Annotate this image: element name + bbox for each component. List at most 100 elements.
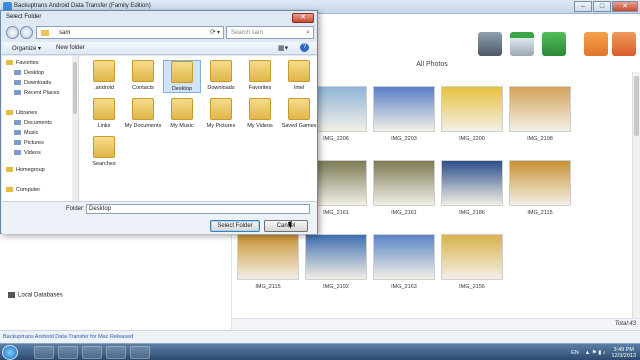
- sidebar-item-local-databases[interactable]: Local Databases: [8, 292, 63, 299]
- folder-item[interactable]: Contacts: [124, 60, 162, 91]
- folder-field[interactable]: Desktop: [86, 204, 310, 214]
- taskbar-ie-icon[interactable]: [34, 346, 54, 359]
- settings-icon[interactable]: [584, 32, 608, 56]
- taskbar-firefox-icon[interactable]: [82, 346, 102, 359]
- tree-item[interactable]: Videos: [14, 150, 41, 156]
- forward-button[interactable]: [20, 26, 33, 39]
- photo-item[interactable]: IMG_2161: [373, 160, 435, 216]
- folder-icon: [132, 60, 154, 82]
- folder-item[interactable]: Downloads: [202, 60, 240, 91]
- transfer-icon[interactable]: [478, 32, 502, 56]
- select-folder-button[interactable]: Select Folder: [210, 220, 260, 232]
- minimize-button[interactable]: –: [574, 1, 592, 12]
- folder-item[interactable]: Desktop: [163, 60, 201, 93]
- folder-icon: [249, 98, 271, 120]
- views-icon[interactable]: ▦▾: [278, 44, 288, 52]
- tree-item-icon: [14, 150, 21, 156]
- start-button[interactable]: [2, 345, 18, 360]
- photo-item[interactable]: IMG_2115: [509, 160, 571, 216]
- folder-item[interactable]: Favorites: [241, 60, 279, 91]
- photo-item[interactable]: IMG_2115: [237, 234, 299, 290]
- folder-item[interactable]: My Videos: [241, 98, 279, 129]
- tree-scrollbar-thumb[interactable]: [73, 62, 77, 114]
- download-icon[interactable]: [510, 32, 534, 56]
- photo-item[interactable]: IMG_2192: [305, 234, 367, 290]
- dialog-close-button[interactable]: ✕: [292, 13, 314, 23]
- folder-item[interactable]: My Documents: [124, 98, 162, 129]
- back-button[interactable]: [6, 26, 19, 39]
- tree-item[interactable]: Documents: [14, 120, 52, 126]
- tree-item[interactable]: Pictures: [14, 140, 44, 146]
- import-icon[interactable]: [542, 32, 566, 56]
- folder-item-label: Favorites: [248, 85, 272, 91]
- photo-thumbnail: [373, 160, 435, 206]
- photo-caption: IMG_2203: [391, 136, 417, 142]
- scrollbar-thumb[interactable]: [634, 76, 639, 136]
- folder-item[interactable]: .android: [85, 60, 123, 91]
- tree-item-icon: [14, 70, 21, 76]
- folder-icon: [93, 136, 115, 158]
- folder-item[interactable]: Intel: [280, 60, 318, 91]
- photo-caption: IMG_2186: [459, 210, 485, 216]
- tree-item-icon: [6, 187, 13, 193]
- dialog-title: Select Folder: [6, 14, 42, 20]
- maximize-button[interactable]: □: [593, 1, 611, 12]
- folder-item[interactable]: Searches: [85, 136, 123, 167]
- organize-menu[interactable]: Organize ▾: [12, 45, 41, 52]
- cancel-button[interactable]: Cancel: [264, 220, 308, 232]
- taskbar: EN ▲ ⚑ ▮ ♪ 3:49 PM 12/3/2013: [0, 343, 640, 360]
- window-controls: – □ ✕: [574, 1, 638, 12]
- taskbar-media-icon[interactable]: [106, 346, 126, 359]
- photo-item[interactable]: IMG_2198: [509, 86, 571, 142]
- tree-item[interactable]: Music: [14, 130, 38, 136]
- taskbar-explorer-icon[interactable]: [58, 346, 78, 359]
- tree-item[interactable]: Favorites: [6, 60, 39, 66]
- scrollbar[interactable]: [632, 72, 640, 330]
- folder-item[interactable]: Saved Games: [280, 98, 318, 129]
- address-bar[interactable]: sam ▾: [36, 26, 224, 39]
- photo-caption: IMG_2198: [527, 136, 553, 142]
- chevron-down-icon[interactable]: ▾: [217, 29, 220, 36]
- key-icon[interactable]: [612, 32, 636, 56]
- photo-item[interactable]: IMG_2203: [373, 86, 435, 142]
- photo-item[interactable]: IMG_2163: [373, 234, 435, 290]
- language-indicator[interactable]: EN: [571, 350, 579, 356]
- folder-item[interactable]: My Pictures: [202, 98, 240, 129]
- folder-icon: [93, 98, 115, 120]
- tree-item-label: Libraries: [16, 110, 38, 116]
- folder-item[interactable]: My Music: [163, 98, 201, 129]
- tree-item[interactable]: Desktop: [14, 70, 44, 76]
- refresh-icon[interactable]: ⟳: [210, 28, 216, 36]
- taskbar-app-icon[interactable]: [130, 346, 150, 359]
- photo-thumbnail: [373, 234, 435, 280]
- clock[interactable]: 3:49 PM 12/3/2013: [612, 347, 636, 359]
- tree-item[interactable]: Libraries: [6, 110, 37, 116]
- photo-item[interactable]: IMG_2200: [441, 86, 503, 142]
- tree-item[interactable]: Recent Places: [14, 90, 59, 96]
- navigation-tree: Favorites Desktop Downloads Recent Places Li…: [2, 56, 79, 201]
- tree-item[interactable]: Homegroup: [6, 167, 45, 173]
- photo-thumbnail: [509, 86, 571, 132]
- photo-thumbnail: [509, 160, 571, 206]
- folder-icon: [288, 98, 310, 120]
- photo-item[interactable]: IMG_2156: [441, 234, 503, 290]
- folder-item-label: Desktop: [171, 86, 193, 92]
- promo-link[interactable]: Backuptrans Android Data Transfer for Ma…: [3, 334, 133, 340]
- photo-item[interactable]: IMG_2186: [441, 160, 503, 216]
- folder-icon: [171, 98, 193, 120]
- dialog-navbar: sam ▾ ⟳ Search sam ⌕: [4, 25, 316, 41]
- folder-item-label: Searches: [92, 161, 116, 167]
- total-count: Total:43: [614, 321, 636, 327]
- folder-icon: [41, 30, 49, 36]
- folder-icon: [132, 98, 154, 120]
- folder-item[interactable]: Links: [85, 98, 123, 129]
- new-folder-button[interactable]: New folder: [56, 45, 85, 51]
- tree-item[interactable]: Downloads: [14, 80, 51, 86]
- help-icon[interactable]: ?: [300, 43, 309, 52]
- search-input[interactable]: Search sam ⌕: [226, 26, 314, 39]
- statusbar: Total:43: [232, 318, 640, 330]
- tree-item[interactable]: Computer: [6, 187, 40, 193]
- tray-icons[interactable]: ▲ ⚑ ▮ ♪: [585, 350, 606, 356]
- tree-scrollbar[interactable]: [72, 56, 78, 201]
- close-button[interactable]: ✕: [612, 1, 638, 12]
